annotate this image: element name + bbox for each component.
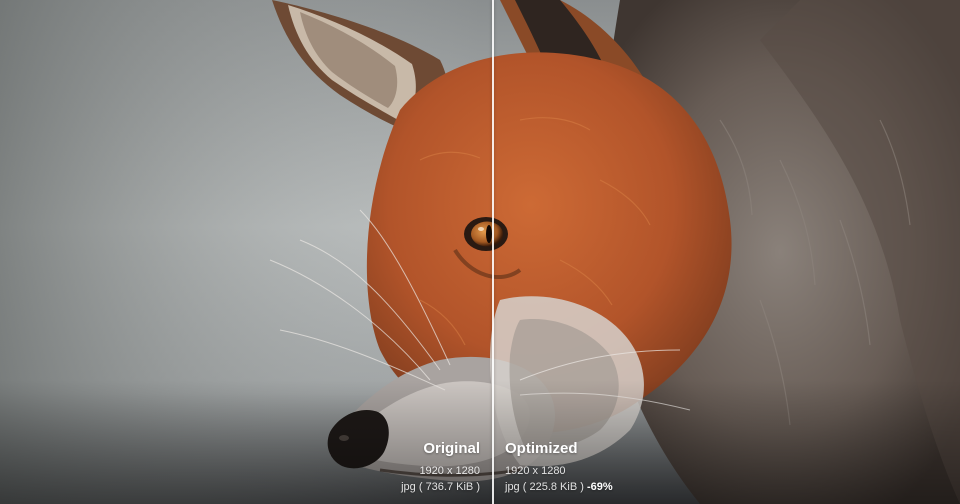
- optimized-file-info: jpg ( 225.8 KiB ) -69%: [505, 481, 613, 493]
- original-size: 736.7 KiB: [425, 481, 474, 493]
- original-file-info: jpg ( 736.7 KiB ): [401, 481, 480, 493]
- image-comparison-stage: Original 1920 x 1280 jpg ( 736.7 KiB ) O…: [0, 0, 960, 504]
- optimized-info-panel: Optimized 1920 x 1280 jpg ( 225.8 KiB ) …: [505, 440, 613, 495]
- comparison-slider-handle[interactable]: [492, 0, 494, 504]
- optimized-format: jpg: [505, 481, 520, 493]
- optimized-title: Optimized: [505, 440, 578, 457]
- original-format: jpg: [401, 481, 416, 493]
- optimized-dimensions: 1920 x 1280: [505, 465, 566, 477]
- fox-photo: [0, 0, 960, 504]
- original-dimensions: 1920 x 1280: [419, 465, 480, 477]
- savings-percent: -69%: [586, 481, 613, 493]
- original-title: Original: [423, 440, 480, 457]
- optimized-size: 225.8 KiB: [529, 481, 578, 493]
- original-info-panel: Original 1920 x 1280 jpg ( 736.7 KiB ): [401, 440, 480, 495]
